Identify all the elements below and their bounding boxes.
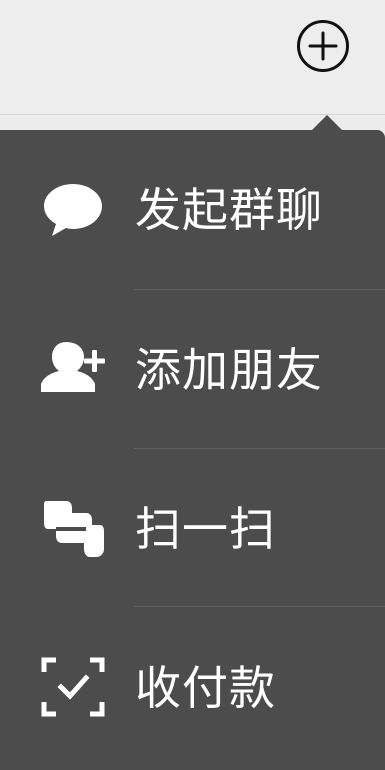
menu-item-scan[interactable]: 扫一扫 — [0, 449, 385, 607]
menu-item-label: 添加朋友 — [135, 343, 323, 397]
payment-icon — [40, 654, 106, 720]
top-navigation-bar — [0, 0, 385, 115]
chat-bubble-icon — [40, 176, 106, 242]
add-friend-icon — [40, 336, 106, 402]
scan-icon — [40, 495, 106, 561]
menu-item-payment[interactable]: 收付款 — [0, 608, 385, 766]
menu-item-label: 发起群聊 — [135, 183, 323, 237]
plus-circle-icon — [297, 20, 349, 72]
menu-divider — [134, 606, 385, 607]
add-button[interactable] — [296, 19, 350, 73]
menu-item-start-group-chat[interactable]: 发起群聊 — [0, 130, 385, 288]
menu-pointer-arrow — [311, 115, 343, 131]
menu-item-add-friend[interactable]: 添加朋友 — [0, 290, 385, 448]
menu-item-label: 收付款 — [135, 661, 276, 715]
popup-menu: 发起群聊 添加朋友 扫一扫 收付款 — [0, 130, 385, 770]
menu-item-label: 扫一扫 — [135, 502, 276, 556]
